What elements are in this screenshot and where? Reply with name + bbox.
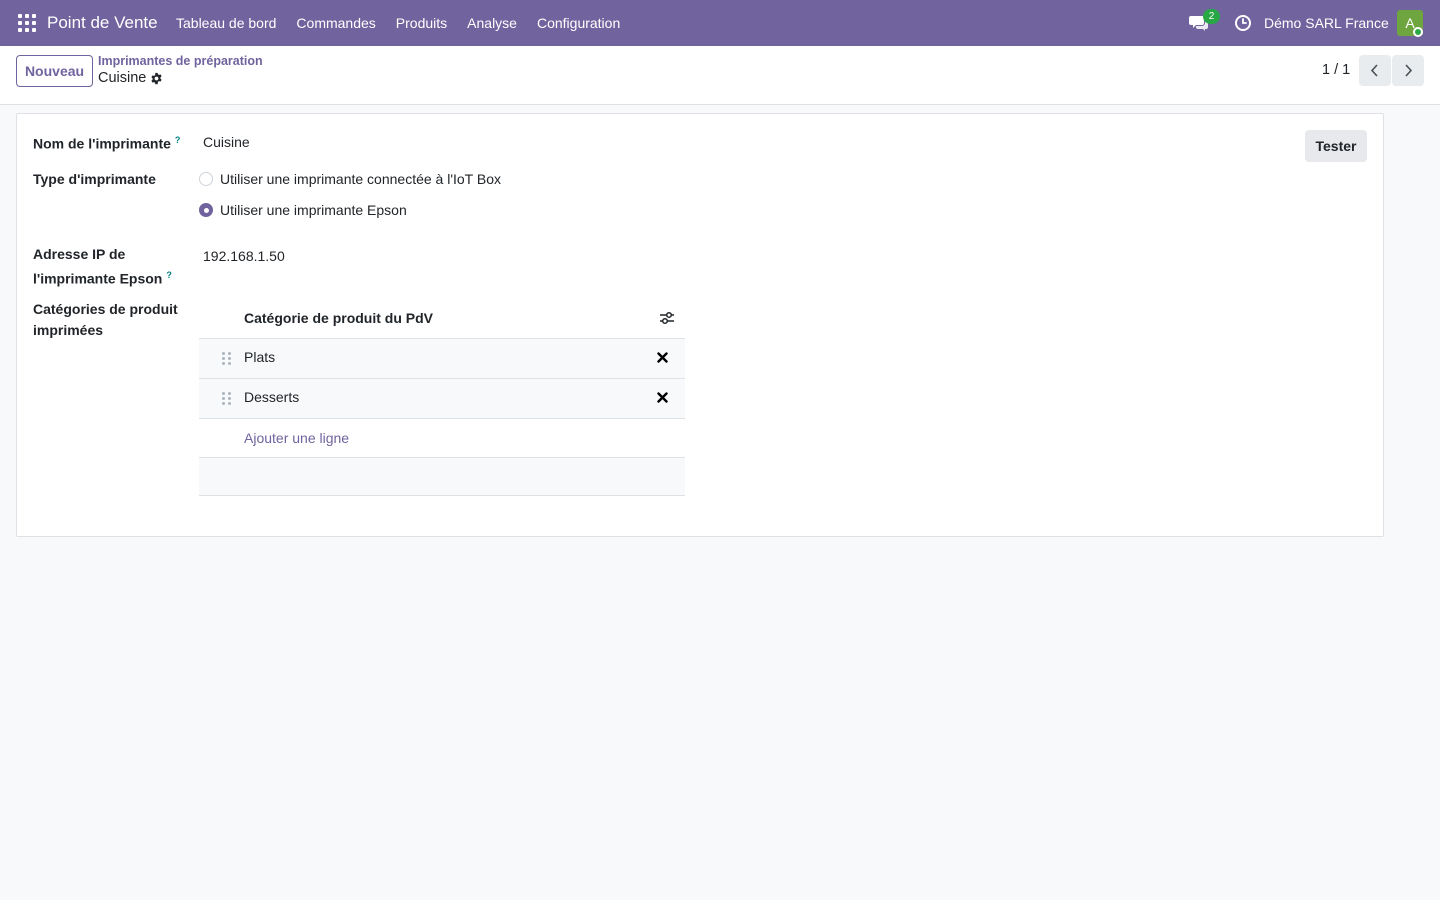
menu-item-reporting[interactable]: Analyse [457, 0, 527, 46]
chevron-left-icon [1370, 64, 1378, 77]
breadcrumb-current: Cuisine [98, 70, 147, 86]
breadcrumb-parent[interactable]: Imprimantes de préparation [98, 54, 263, 68]
radio-epson[interactable] [199, 203, 213, 217]
apps-menu-icon[interactable] [18, 14, 36, 32]
delete-row-icon[interactable] [657, 392, 668, 403]
help-tooltip-icon[interactable]: ? [175, 135, 181, 145]
online-status-dot [1413, 27, 1423, 37]
menu-item-configuration[interactable]: Configuration [527, 0, 630, 46]
optional-columns-icon[interactable] [659, 311, 675, 325]
form-sheet: Tester Nom de l'imprimante? Cuisine Type… [16, 113, 1384, 537]
test-button[interactable]: Tester [1305, 130, 1367, 162]
menu-item-products[interactable]: Produits [386, 0, 457, 46]
table-row[interactable]: Plats [199, 339, 685, 379]
add-line-link[interactable]: Ajouter une ligne [244, 430, 349, 446]
company-switcher[interactable]: Démo SARL France [1264, 15, 1389, 31]
main-menu: Tableau de bord Commandes Produits Analy… [166, 0, 630, 46]
activity-clock-icon[interactable] [1234, 14, 1252, 32]
drag-handle-icon[interactable] [222, 352, 232, 366]
pager-value[interactable]: 1 / 1 [1322, 62, 1350, 78]
categories-table: Catégorie de produit du PdV Plats Desser… [199, 299, 685, 496]
category-cell[interactable]: Plats [244, 349, 275, 365]
printer-type-label: Type d'imprimante [33, 171, 156, 187]
printer-name-label: Nom de l'imprimante? [33, 130, 180, 155]
add-line-row: Ajouter une ligne [199, 419, 685, 458]
control-panel: Nouveau Imprimantes de préparation Cuisi… [0, 46, 1440, 105]
epson-ip-label: Adresse IP de l'imprimante Epson? [33, 244, 172, 290]
chat-badge: 2 [1203, 9, 1220, 24]
printer-type-iot-option[interactable]: Utiliser une imprimante connectée à l'Io… [199, 169, 501, 189]
menu-item-orders[interactable]: Commandes [286, 0, 385, 46]
menu-item-dashboard[interactable]: Tableau de bord [166, 0, 286, 46]
help-tooltip-icon[interactable]: ? [166, 270, 172, 280]
printed-categories-label-line2: imprimées [33, 322, 104, 338]
table-row[interactable]: Desserts [199, 379, 685, 419]
epson-ip-field[interactable]: 192.168.1.50 [203, 248, 285, 264]
new-button[interactable]: Nouveau [16, 55, 93, 87]
category-cell[interactable]: Desserts [244, 389, 299, 405]
drag-handle-icon[interactable] [222, 392, 232, 406]
epson-ip-label-line2: l'imprimante Epson [33, 270, 163, 287]
radio-iot-box-label: Utiliser une imprimante connectée à l'Io… [220, 171, 501, 187]
chevron-right-icon [1405, 64, 1413, 77]
radio-iot-box[interactable] [199, 172, 213, 186]
printed-categories-label: Catégories de produit imprimées [33, 299, 178, 341]
delete-row-icon[interactable] [657, 352, 668, 363]
gear-icon[interactable] [150, 72, 163, 85]
table-header: Catégorie de produit du PdV [199, 299, 685, 339]
printed-categories-label-line1: Catégories de produit [33, 301, 178, 317]
radio-epson-label: Utiliser une imprimante Epson [220, 202, 407, 218]
column-header-category[interactable]: Catégorie de produit du PdV [244, 310, 433, 326]
printer-name-label-text: Nom de l'imprimante [33, 135, 171, 152]
pager-previous-button[interactable] [1359, 55, 1391, 86]
app-brand[interactable]: Point de Vente [47, 13, 158, 33]
empty-row [199, 458, 685, 496]
top-navbar: Point de Vente Tableau de bord Commandes… [0, 0, 1440, 46]
printer-name-field[interactable]: Cuisine [203, 134, 250, 150]
printer-type-epson-option[interactable]: Utiliser une imprimante Epson [199, 200, 407, 220]
pager-next-button[interactable] [1392, 55, 1424, 86]
epson-ip-label-line1: Adresse IP de [33, 246, 126, 262]
